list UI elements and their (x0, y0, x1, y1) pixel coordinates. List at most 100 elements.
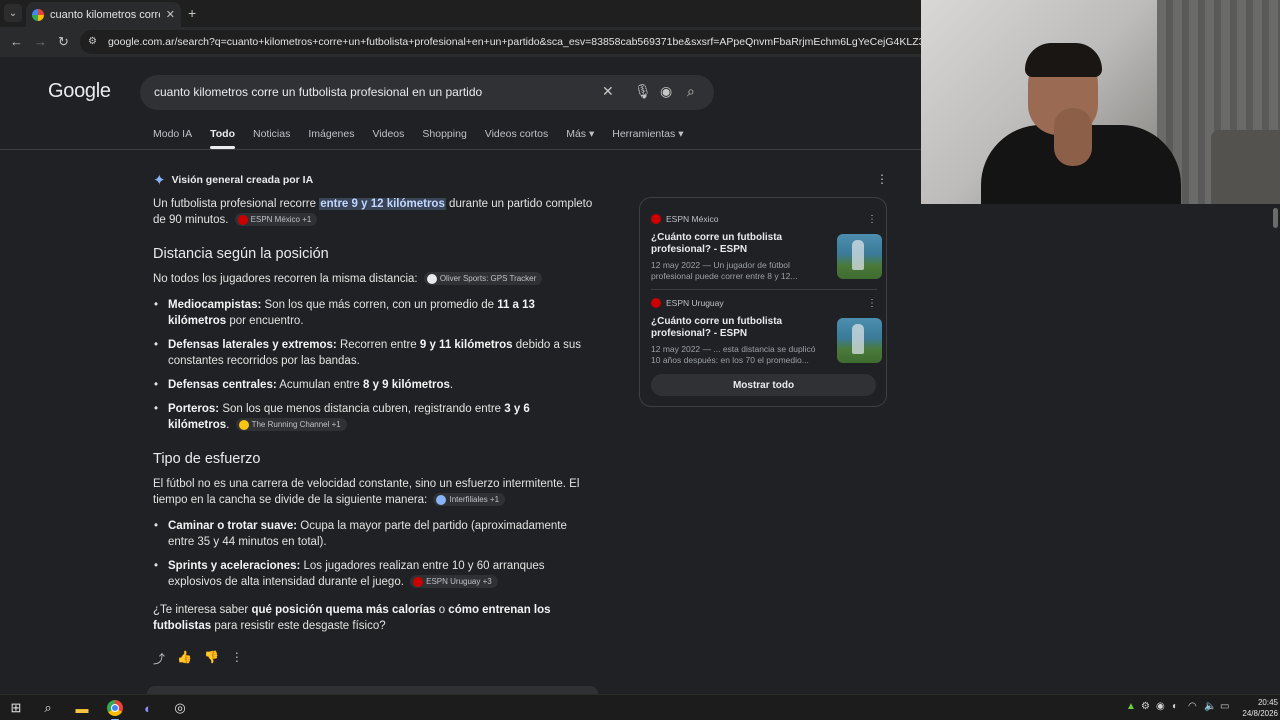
notifications-icon[interactable]: ▭ (1220, 701, 1229, 712)
back-icon[interactable]: ← (10, 34, 23, 49)
tab-videos-cortos[interactable]: Videos cortos (485, 128, 548, 150)
microphone-icon[interactable]: 🎙 (634, 83, 652, 100)
source-menu-icon[interactable]: ⋮ (867, 298, 877, 309)
source-chip[interactable]: The Running Channel +1 (235, 418, 347, 432)
source-chip[interactable]: Interfiliales +1 (433, 493, 506, 507)
list-item: Porteros: Son los que menos distancia cu… (153, 401, 593, 433)
sources-panel: ESPN México ⋮ ¿Cuánto corre un futbolist… (639, 197, 887, 407)
tab-todo[interactable]: Todo (210, 128, 235, 150)
section-title: Distancia según la posición (153, 246, 329, 262)
tab-noticias[interactable]: Noticias (253, 128, 290, 150)
source-chip[interactable]: Oliver Sports: GPS Tracker (423, 272, 543, 286)
sparkle-icon: ✦ (153, 172, 166, 189)
webcam-overlay (921, 0, 1280, 204)
scroll-thumb[interactable] (1273, 208, 1278, 228)
clear-icon[interactable]: ✕ (602, 83, 614, 100)
intro-paragraph: Un futbolista profesional recorre entre … (153, 198, 593, 227)
thumbs-down-icon[interactable]: 👎 (204, 650, 219, 667)
ai-overview-title: Visión general creada por IA (171, 174, 314, 186)
espn-icon (651, 298, 661, 308)
taskbar: ⊞ ⌕ ▬ ◐ ◎ ▲ ⚙ ◉ ◐ ◠ 🔈 ▭ 20:45 24/8/2026 (0, 694, 1280, 720)
more-icon[interactable]: ⋮ (231, 650, 243, 667)
search-icon[interactable]: ⌕ (687, 83, 695, 100)
follow-up-question: ¿Te interesa saber qué posición quema má… (153, 604, 551, 632)
more-options-icon[interactable]: ⋮ (876, 172, 888, 186)
windows-start-icon[interactable]: ⊞ (8, 700, 24, 716)
file-explorer-icon[interactable]: ▬ (74, 700, 90, 716)
espn-icon (651, 214, 661, 224)
next-result-edge (147, 686, 598, 694)
steam-icon[interactable]: ◉ (1156, 701, 1165, 712)
oliver-sports-icon (426, 273, 437, 284)
card-divider (651, 289, 877, 290)
discord-icon[interactable]: ◐ (140, 700, 156, 716)
list-item: Mediocampistas: Son los que más corren, … (153, 297, 593, 329)
share-icon[interactable]: ⤴ (153, 650, 165, 667)
ai-overview-body: Un futbolista profesional recorre entre … (153, 196, 593, 644)
browser-toolbar: ← → ↻ ⚙ google.com.ar/search?q=cuanto+ki… (0, 27, 921, 57)
tab-shopping[interactable]: Shopping (422, 128, 466, 150)
source-chip[interactable]: ESPN Uruguay +3 (410, 575, 498, 589)
tools-button[interactable]: Herramientas ▾ (612, 128, 683, 150)
tab-search-button[interactable]: ⌄ (4, 4, 22, 22)
nvidia-icon[interactable]: ▲ (1126, 701, 1136, 712)
thumbs-up-icon[interactable]: 👍 (177, 650, 192, 667)
page-scrollbar[interactable] (1271, 204, 1280, 694)
section-lead: No todos los jugadores recorren la misma… (153, 271, 593, 287)
source-snippet: 12 may 2022 — Un jugador de fútbol profe… (651, 260, 798, 281)
source-thumbnail[interactable] (837, 318, 882, 363)
source-chip[interactable]: ESPN México +1 (234, 213, 318, 227)
show-all-button[interactable]: Mostrar todo (651, 374, 876, 396)
site-info-icon[interactable]: ⚙ (88, 36, 100, 48)
source-menu-icon[interactable]: ⋮ (867, 214, 877, 225)
search-input[interactable]: cuanto kilometros corre un futbolista pr… (154, 85, 482, 99)
reload-icon[interactable]: ↻ (58, 34, 69, 50)
address-bar[interactable]: ⚙ google.com.ar/search?q=cuanto+kilometr… (80, 30, 921, 54)
header-divider (0, 149, 921, 150)
search-tabs: Modo IA Todo Noticias Imágenes Videos Sh… (153, 128, 701, 150)
source-card[interactable]: ESPN México ⋮ ¿Cuánto corre un futbolist… (651, 214, 882, 282)
section-title: Tipo de esfuerzo (153, 451, 261, 467)
position-list: Mediocampistas: Son los que más corren, … (153, 297, 593, 433)
source-snippet: 12 may 2022 — ... esta distancia se dupl… (651, 344, 816, 365)
tab-videos[interactable]: Videos (372, 128, 404, 150)
volume-icon[interactable]: 🔈 (1204, 701, 1216, 712)
tab-strip: ⌄ cuanto kilometros corre un futbolista … (0, 0, 921, 27)
close-tab-icon[interactable]: ✕ (166, 8, 175, 21)
tab-title: cuanto kilometros corre un futbolista (50, 8, 160, 21)
lens-icon[interactable]: ◉ (660, 83, 672, 100)
source-thumbnail[interactable] (837, 234, 882, 279)
tray-icon[interactable]: ⚙ (1141, 701, 1150, 712)
list-item: Caminar o trotar suave: Ocupa la mayor p… (153, 518, 593, 550)
wordpress-icon (436, 494, 447, 505)
chrome-icon[interactable] (107, 700, 123, 716)
effort-list: Caminar o trotar suave: Ocupa la mayor p… (153, 518, 593, 590)
espn-icon (237, 214, 248, 225)
source-title[interactable]: ¿Cuánto corre un futbolista profesional?… (651, 232, 821, 256)
source-card[interactable]: ESPN Uruguay ⋮ ¿Cuánto corre un futbolis… (651, 298, 882, 366)
running-channel-icon (238, 419, 249, 430)
list-item: Defensas centrales: Acumulan entre 8 y 9… (153, 377, 593, 393)
source-title[interactable]: ¿Cuánto corre un futbolista profesional?… (651, 316, 821, 340)
list-item: Sprints y aceleraciones: Los jugadores r… (153, 558, 593, 590)
feedback-actions: ⤴ 👍 👎 ⋮ (153, 650, 243, 667)
discord-tray-icon[interactable]: ◐ (1172, 701, 1178, 712)
tab-mas[interactable]: Más ▾ (566, 128, 594, 150)
search-icon[interactable]: ⌕ (40, 700, 56, 716)
url-text: google.com.ar/search?q=cuanto+kilometros… (107, 36, 921, 48)
search-box[interactable]: cuanto kilometros corre un futbolista pr… (140, 75, 714, 110)
google-favicon-icon (32, 8, 44, 21)
tab-modo-ia[interactable]: Modo IA (153, 128, 192, 150)
google-logo[interactable]: Google (48, 80, 111, 103)
wifi-icon[interactable]: ◠ (1188, 701, 1197, 712)
new-tab-icon[interactable]: + (188, 5, 196, 21)
system-clock[interactable]: 20:45 24/8/2026 (1232, 697, 1278, 719)
tab-imagenes[interactable]: Imágenes (308, 128, 354, 150)
list-item: Defensas laterales y extremos: Recorren … (153, 337, 593, 369)
obs-icon[interactable]: ◎ (172, 700, 188, 716)
section-lead: El fútbol no es una carrera de velocidad… (153, 478, 580, 507)
ai-overview-header: ✦ Visión general creada por IA (153, 171, 313, 189)
forward-icon[interactable]: → (34, 34, 47, 49)
browser-tab[interactable]: cuanto kilometros corre un futbolista ✕ (26, 2, 181, 27)
highlight-answer: entre 9 y 12 kilómetros (319, 198, 446, 210)
